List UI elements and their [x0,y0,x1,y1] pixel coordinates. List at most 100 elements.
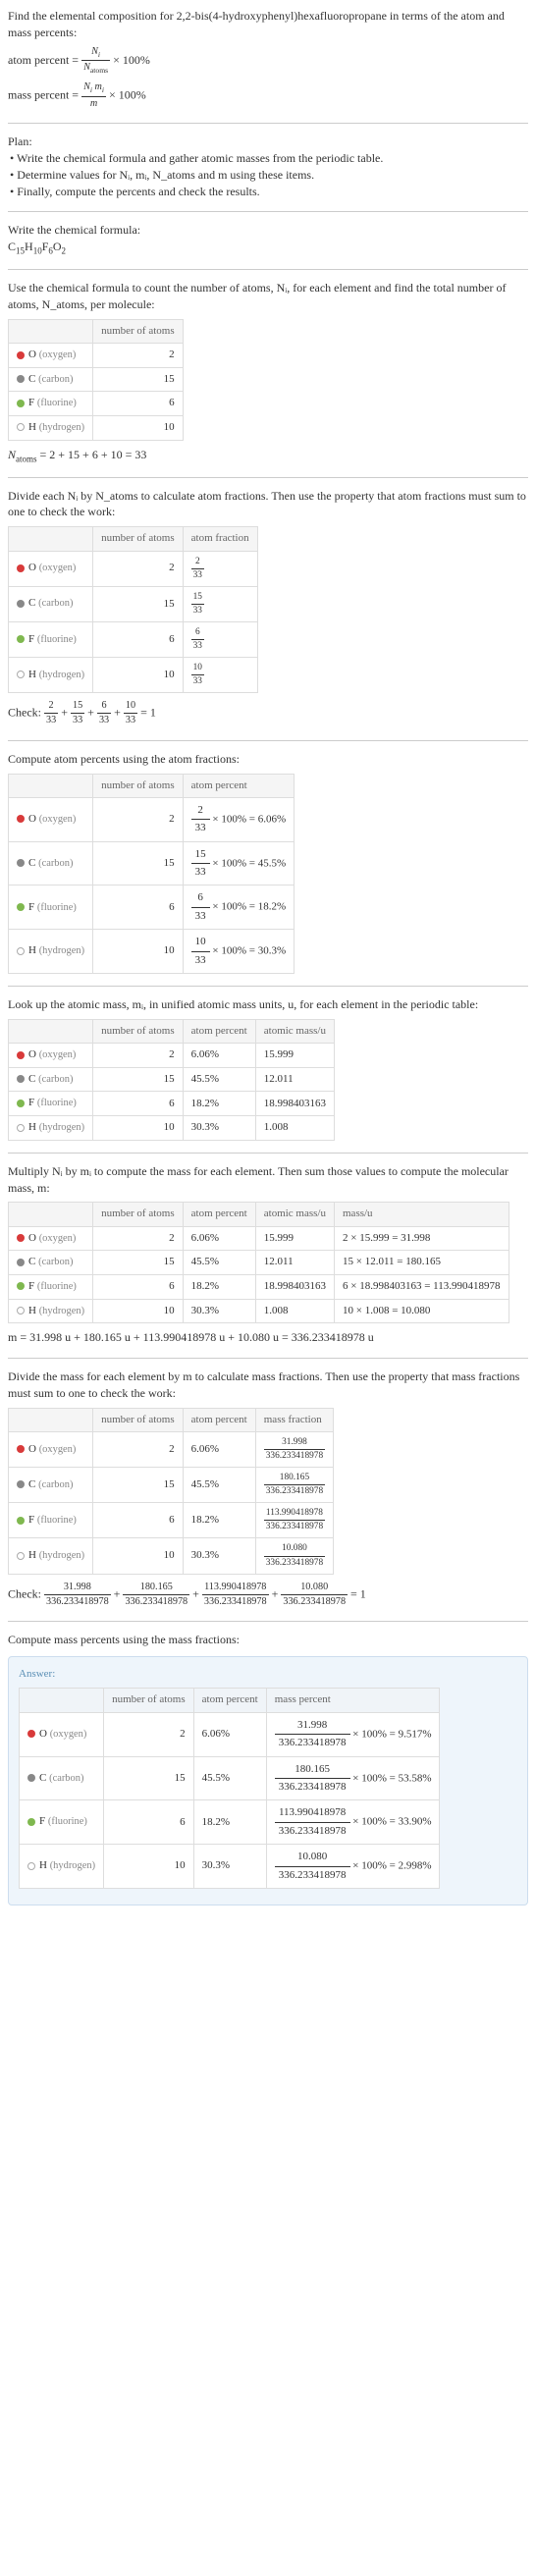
compute-atom-percent-label: Compute atom percents using the atom fra… [8,751,528,768]
table-row: H (hydrogen)10 [9,415,184,440]
table-row: C (carbon)1545.5%12.011 [9,1067,335,1092]
chemical-formula: C15H10F6O2 [8,239,528,257]
count-atoms-section: Use the chemical formula to count the nu… [8,280,528,464]
element-dot-icon [27,1730,35,1738]
table-row: F (fluorine)618.2%113.990418978336.23341… [9,1503,334,1538]
answer-label: Answer: [19,1667,517,1682]
element-dot-icon [17,564,25,572]
mass-calc-section: Multiply Nᵢ by mᵢ to compute the mass fo… [8,1163,528,1346]
answer-box: Answer: number of atomsatom percentmass … [8,1656,528,1905]
lookup-text: Look up the atomic mass, mᵢ, in unified … [8,996,528,1013]
element-dot-icon [17,635,25,643]
element-dot-icon [27,1818,35,1826]
divider [8,123,528,124]
table-row: C (carbon)1545.5%12.01115 × 12.011 = 180… [9,1251,509,1275]
mass-fractions-section: Divide the mass for each element by m to… [8,1368,528,1609]
check-mass-equation: Check: 31.998336.233418978 + 180.165336.… [8,1581,528,1610]
table-row: O (oxygen)2 [9,344,184,368]
divider [8,986,528,987]
atom-percent-equation: atom percent = NiNatoms × 100% [8,45,528,78]
table-row: F (fluorine)6633 [9,621,258,657]
atom-fractions-section: Divide each Nᵢ by N_atoms to calculate a… [8,488,528,728]
element-dot-icon [17,903,25,911]
plan-item: • Write the chemical formula and gather … [10,150,528,167]
multiply-text: Multiply Nᵢ by mᵢ to compute the mass fo… [8,1163,528,1197]
table-row: F (fluorine)618.2%113.990418978336.23341… [20,1800,440,1845]
table-row: H (hydrogen)1030.3%1.008 [9,1116,335,1141]
table-row: O (oxygen)26.06%15.9992 × 15.999 = 31.99… [9,1226,509,1251]
table-row: C (carbon)151533 × 100% = 45.5% [9,841,295,886]
divide-text: Divide each Nᵢ by N_atoms to calculate a… [8,488,528,521]
element-dot-icon [17,1100,25,1107]
atomic-mass-table: number of atomsatom percentatomic mass/u… [8,1019,335,1141]
table-row: C (carbon)15 [9,367,184,392]
problem-statement: Find the elemental composition for 2,2-b… [8,8,528,111]
mass-percent-equation: mass percent = Ni mim × 100% [8,80,528,111]
divider [8,477,528,478]
table-row: F (fluorine)6 [9,392,184,416]
table-row: H (hydrogen)1030.3%1.00810 × 1.008 = 10.… [9,1299,509,1323]
element-dot-icon [17,1480,25,1488]
element-dot-icon [17,859,25,867]
divide-mass-text: Divide the mass for each element by m to… [8,1368,528,1402]
divider [8,740,528,741]
mass-percents-section: Compute mass percents using the mass fra… [8,1632,528,1905]
check-equation: Check: 233 + 1533 + 633 + 1033 = 1 [8,699,528,728]
divider [8,1153,528,1154]
table-row: F (fluorine)618.2%18.9984031636 × 18.998… [9,1274,509,1299]
element-dot-icon [17,600,25,608]
plan-section: Plan: • Write the chemical formula and g… [8,134,528,199]
mass-table: number of atomsatom percentatomic mass/u… [8,1202,509,1323]
element-dot-icon [17,1552,25,1560]
element-dot-icon [17,423,25,431]
element-dot-icon [17,400,25,407]
element-dot-icon [27,1774,35,1782]
element-dot-icon [17,1259,25,1266]
element-dot-icon [17,1234,25,1242]
element-dot-icon [17,1307,25,1315]
table-row: O (oxygen)2233 × 100% = 6.06% [9,797,295,841]
atom-fractions-table: number of atomsatom fraction O (oxygen)2… [8,526,258,693]
plan-item: • Finally, compute the percents and chec… [10,184,528,200]
element-dot-icon [17,375,25,383]
n-atoms-equation: Natoms = 2 + 15 + 6 + 10 = 33 [8,447,528,465]
table-row: O (oxygen)2233 [9,551,258,586]
table-row: O (oxygen)26.06%31.998336.233418978 [9,1432,334,1468]
atom-percents-table: number of atomsatom percent O (oxygen)22… [8,774,295,975]
write-formula-label: Write the chemical formula: [8,222,528,239]
table-row: H (hydrogen)1030.3%10.080336.233418978 [9,1538,334,1574]
element-dot-icon [17,1517,25,1525]
element-dot-icon [17,1051,25,1059]
table-row: O (oxygen)26.06%15.999 [9,1044,335,1068]
table-row: C (carbon)151533 [9,586,258,621]
compute-mass-percent-label: Compute mass percents using the mass fra… [8,1632,528,1648]
divider [8,269,528,270]
atoms-table: number of atoms O (oxygen)2 C (carbon)15… [8,319,184,441]
table-row: H (hydrogen)1030.3%10.080336.233418978 ×… [20,1845,440,1889]
divider [8,211,528,212]
element-dot-icon [27,1862,35,1870]
element-dot-icon [17,1282,25,1290]
answer-table: number of atomsatom percentmass percent … [19,1688,440,1889]
atomic-mass-section: Look up the atomic mass, mᵢ, in unified … [8,996,528,1141]
atom-percents-section: Compute atom percents using the atom fra… [8,751,528,974]
table-row: C (carbon)1545.5%180.165336.233418978 × … [20,1756,440,1800]
element-dot-icon [17,351,25,359]
mass-fractions-table: number of atomsatom percentmass fraction… [8,1408,334,1575]
plan-item: • Determine values for Nᵢ, mᵢ, N_atoms a… [10,167,528,184]
table-row: O (oxygen)26.06%31.998336.233418978 × 10… [20,1712,440,1756]
element-dot-icon [17,671,25,678]
element-dot-icon [17,947,25,955]
use-formula-text: Use the chemical formula to count the nu… [8,280,528,313]
table-row: F (fluorine)618.2%18.998403163 [9,1092,335,1116]
divider [8,1358,528,1359]
element-dot-icon [17,1124,25,1132]
title: Find the elemental composition for 2,2-b… [8,8,528,41]
table-row: H (hydrogen)101033 × 100% = 30.3% [9,930,295,974]
element-dot-icon [17,1075,25,1083]
table-row: H (hydrogen)101033 [9,658,258,693]
m-equation: m = 31.998 u + 180.165 u + 113.990418978… [8,1329,528,1346]
divider [8,1621,528,1622]
plan-label: Plan: [8,134,528,150]
table-row: F (fluorine)6633 × 100% = 18.2% [9,886,295,930]
